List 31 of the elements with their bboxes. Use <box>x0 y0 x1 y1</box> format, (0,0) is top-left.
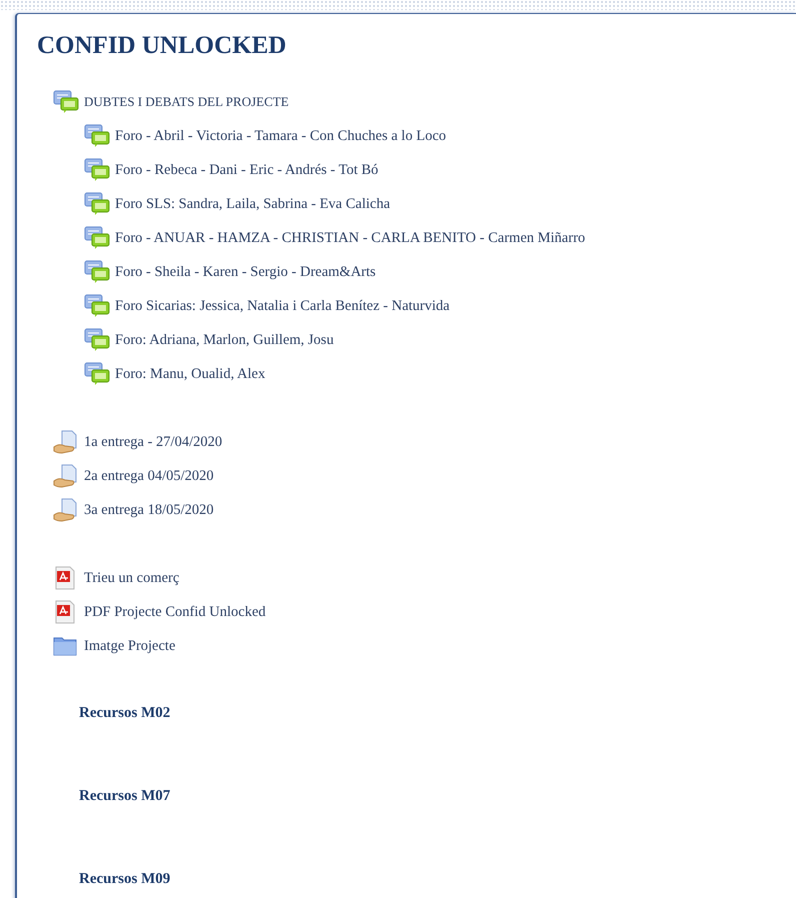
forum-link[interactable]: Foro SLS: Sandra, Laila, Sabrina - Eva Calicha <box>115 196 390 212</box>
section-title: CONFID UNLOCKED <box>37 31 288 61</box>
chat-bubbles-icon <box>84 226 110 250</box>
forum-link[interactable]: Foro: Manu, Oualid, Alex <box>115 366 266 382</box>
document-hand-icon <box>53 498 79 522</box>
chat-bubbles-icon <box>53 90 79 114</box>
forum-link[interactable]: Foro: Adriana, Marlon, Guillem, Josu <box>115 332 334 348</box>
forum-link[interactable]: Foro - Sheila - Karen - Sergio - Dream&Arts <box>115 264 376 280</box>
chat-bubbles-icon <box>84 362 110 386</box>
forum-link[interactable]: Foro Sicarias: Jessica, Natalia i Carla Benítez - Naturvida <box>115 298 450 314</box>
forum-link[interactable]: DUBTES I DEBATS DEL PROJECTE <box>84 94 289 110</box>
chat-bubbles-icon <box>84 192 110 216</box>
chat-bubbles-icon <box>84 260 110 284</box>
chat-bubbles-icon <box>84 124 110 148</box>
section-heading: Recursos M02 <box>79 705 172 722</box>
document-hand-icon <box>53 430 79 454</box>
forum-link[interactable]: Foro - Abril - Victoria - Tamara - Con Chuches a lo Loco <box>115 128 446 144</box>
chat-bubbles-icon <box>84 328 110 352</box>
assignment-link[interactable]: 3a entrega 18/05/2020 <box>84 502 214 518</box>
resource-link[interactable]: PDF Projecte Confid Unlocked <box>84 604 266 620</box>
chat-bubbles-icon <box>84 294 110 318</box>
forum-link[interactable]: Foro - Rebeca - Dani - Eric - Andrés - Tot Bó <box>115 162 378 178</box>
section-heading: Recursos M09 <box>79 871 172 888</box>
assignment-link[interactable]: 2a entrega 04/05/2020 <box>84 468 214 484</box>
forum-link[interactable]: Foro - ANUAR - HAMZA - CHRISTIAN - CARLA BENITO - Carmen Miñarro <box>115 230 586 246</box>
assignment-link[interactable]: 1a entrega - 27/04/2020 <box>84 434 222 450</box>
resource-link[interactable]: Trieu un comerç <box>84 570 180 586</box>
resource-link[interactable]: Imatge Projecte <box>84 638 176 654</box>
document-hand-icon <box>53 464 79 488</box>
section-heading: Recursos M07 <box>79 788 172 805</box>
chat-bubbles-icon <box>84 158 110 182</box>
